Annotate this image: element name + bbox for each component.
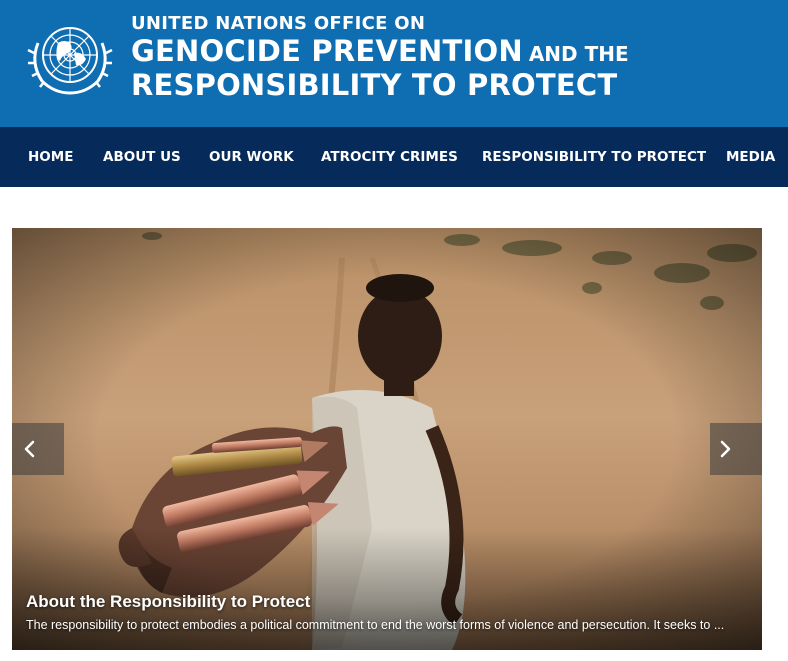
title-line-3: RESPONSIBILITY TO PROTECT: [131, 68, 618, 102]
slider-prev-button[interactable]: [12, 423, 64, 475]
un-emblem-logo[interactable]: [20, 13, 120, 99]
title-connector: AND THE: [528, 42, 629, 66]
nav-item-media[interactable]: MEDIA: [726, 127, 775, 187]
hero-image: [12, 228, 762, 650]
nav-item-our-work[interactable]: OUR WORK: [209, 127, 294, 187]
site-header: UNITED NATIONS OFFICE ON GENOCIDE PREVEN…: [0, 0, 788, 127]
main-navigation: HOME ABOUT US OUR WORK ATROCITY CRIMES R…: [0, 127, 788, 187]
slider-next-button[interactable]: [710, 423, 762, 475]
nav-item-atrocity-crimes[interactable]: ATROCITY CRIMES: [321, 127, 458, 187]
nav-item-home[interactable]: HOME: [28, 127, 73, 187]
chevron-left-icon: [24, 440, 35, 458]
slide-caption-text: The responsibility to protect embodies a…: [26, 618, 725, 632]
office-label: UNITED NATIONS OFFICE ON: [131, 13, 426, 34]
title-line-2: GENOCIDE PREVENTION AND THE: [131, 34, 629, 68]
hero-slider[interactable]: [12, 228, 762, 650]
chevron-right-icon: [720, 440, 731, 458]
nav-item-responsibility-to-protect[interactable]: RESPONSIBILITY TO PROTECT: [482, 127, 706, 187]
slide-caption-title[interactable]: About the Responsibility to Protect: [26, 592, 310, 612]
nav-item-about-us[interactable]: ABOUT US: [103, 127, 181, 187]
title-main: GENOCIDE PREVENTION: [131, 34, 523, 68]
